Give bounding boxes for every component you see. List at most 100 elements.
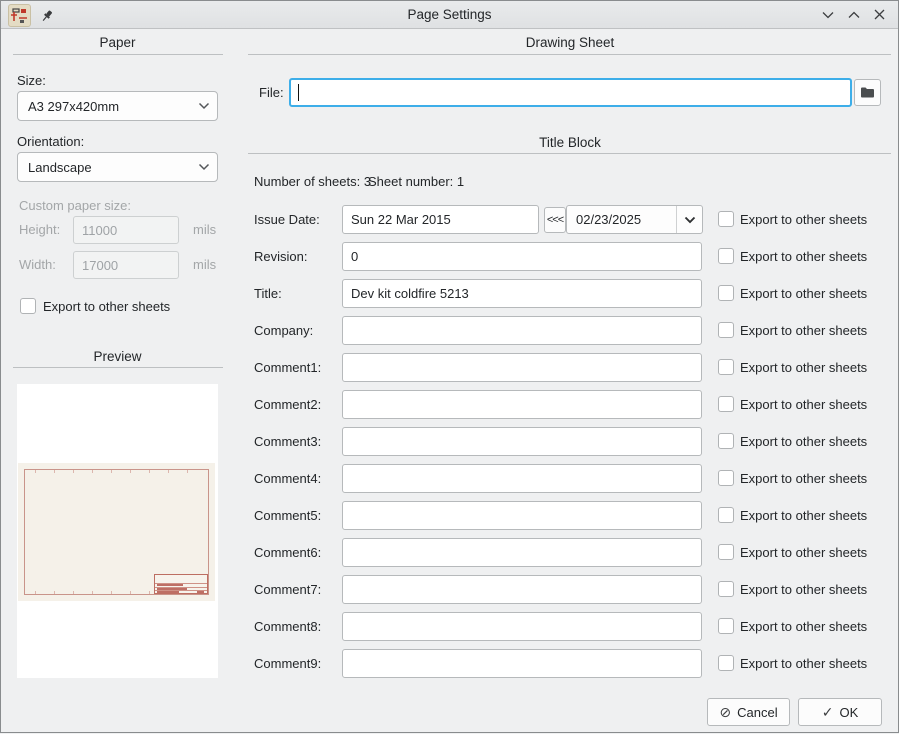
export-checkbox-label: Export to other sheets bbox=[740, 286, 867, 301]
export-checkbox-label: Export to other sheets bbox=[740, 619, 867, 634]
title-block-field-row: Title: Export to other sheets bbox=[248, 279, 892, 308]
chevron-down-icon[interactable] bbox=[676, 206, 702, 233]
export-checkbox-label: Export to other sheets bbox=[740, 249, 867, 264]
field-label: Comment5: bbox=[254, 508, 321, 523]
close-button[interactable] bbox=[871, 6, 888, 23]
chevron-down-icon bbox=[191, 102, 217, 110]
custom-height-row: Height: mils bbox=[9, 216, 226, 244]
export-checkbox[interactable] bbox=[718, 433, 734, 449]
export-checkbox-label: Export to other sheets bbox=[740, 360, 867, 375]
height-label: Height: bbox=[19, 222, 60, 237]
field-input-comment6[interactable] bbox=[342, 538, 702, 567]
title-block-field-row: Comment3: Export to other sheets bbox=[248, 427, 892, 456]
size-label: Size: bbox=[17, 73, 46, 88]
export-checkbox-label: Export to other sheets bbox=[740, 545, 867, 560]
export-checkbox[interactable] bbox=[718, 396, 734, 412]
field-input-comment4[interactable] bbox=[342, 464, 702, 493]
width-unit-label: mils bbox=[193, 257, 216, 272]
title-block-field-row: Comment8: Export to other sheets bbox=[248, 612, 892, 641]
drawing-sheet-panel: Drawing Sheet File: Title Block Number o… bbox=[248, 29, 892, 734]
title-block-field-row: Comment2: Export to other sheets bbox=[248, 390, 892, 419]
field-label: Comment3: bbox=[254, 434, 321, 449]
export-checkbox[interactable] bbox=[718, 211, 734, 227]
field-label: Title: bbox=[254, 286, 282, 301]
paper-export-checkbox[interactable] bbox=[20, 298, 36, 314]
field-input-company[interactable] bbox=[342, 316, 702, 345]
field-label: Revision: bbox=[254, 249, 307, 264]
paper-export-checkbox-label: Export to other sheets bbox=[43, 299, 170, 314]
cancel-button[interactable]: ⊘ Cancel bbox=[707, 698, 790, 726]
maximize-button[interactable] bbox=[845, 6, 862, 23]
section-divider bbox=[13, 367, 223, 368]
copy-date-button[interactable]: <<< bbox=[544, 207, 566, 233]
export-checkbox-label: Export to other sheets bbox=[740, 582, 867, 597]
drawing-sheet-section-header: Drawing Sheet bbox=[248, 35, 892, 50]
section-divider bbox=[13, 54, 223, 55]
folder-icon bbox=[860, 86, 875, 99]
field-label: Company: bbox=[254, 323, 313, 338]
title-block-field-row: Comment5: Export to other sheets bbox=[248, 501, 892, 530]
field-input-comment8[interactable] bbox=[342, 612, 702, 641]
sheet-ticks bbox=[35, 470, 198, 473]
file-label: File: bbox=[259, 85, 284, 100]
browse-file-button[interactable] bbox=[854, 79, 881, 106]
export-checkbox[interactable] bbox=[718, 248, 734, 264]
issue-date-label: Issue Date: bbox=[254, 212, 320, 227]
field-input-comment3[interactable] bbox=[342, 427, 702, 456]
field-input-comment2[interactable] bbox=[342, 390, 702, 419]
field-label: Comment4: bbox=[254, 471, 321, 486]
export-checkbox[interactable] bbox=[718, 618, 734, 634]
section-divider bbox=[248, 54, 891, 55]
field-label: Comment9: bbox=[254, 656, 321, 671]
page-settings-dialog: Page Settings Paper Size: A3 297x420mm O… bbox=[0, 0, 899, 733]
ok-button[interactable]: ✓ OK bbox=[798, 698, 882, 726]
export-checkbox[interactable] bbox=[718, 581, 734, 597]
export-checkbox[interactable] bbox=[718, 655, 734, 671]
export-checkbox-label: Export to other sheets bbox=[740, 434, 867, 449]
custom-width-row: Width: mils bbox=[9, 251, 226, 279]
title-block-field-row: Comment6: Export to other sheets bbox=[248, 538, 892, 567]
title-block-field-row: Company: Export to other sheets bbox=[248, 316, 892, 345]
export-checkbox-label: Export to other sheets bbox=[740, 656, 867, 671]
field-input-comment7[interactable] bbox=[342, 575, 702, 604]
export-checkbox[interactable] bbox=[718, 544, 734, 560]
preview-section-header: Preview bbox=[9, 349, 226, 364]
title-block-field-row: Revision: Export to other sheets bbox=[248, 242, 892, 271]
ok-button-label: OK bbox=[839, 705, 858, 720]
text-caret bbox=[298, 84, 299, 101]
field-input-comment1[interactable] bbox=[342, 353, 702, 382]
title-block-field-row: Comment7: Export to other sheets bbox=[248, 575, 892, 604]
issue-date-row: Issue Date: <<< 02/23/2025 Export to oth… bbox=[248, 205, 892, 234]
field-input-title[interactable] bbox=[342, 279, 702, 308]
export-checkbox[interactable] bbox=[718, 322, 734, 338]
orientation-select[interactable]: Landscape bbox=[17, 152, 218, 182]
paper-panel: Paper Size: A3 297x420mm Orientation: La… bbox=[9, 29, 226, 734]
export-checkbox[interactable] bbox=[718, 507, 734, 523]
field-input-comment5[interactable] bbox=[342, 501, 702, 530]
height-unit-label: mils bbox=[193, 222, 216, 237]
titlebar[interactable]: Page Settings bbox=[1, 1, 898, 29]
sheet-title-block bbox=[154, 574, 208, 594]
close-icon bbox=[874, 9, 885, 20]
paper-export-row: Export to other sheets bbox=[9, 297, 226, 317]
export-checkbox-label: Export to other sheets bbox=[740, 471, 867, 486]
export-checkbox[interactable] bbox=[718, 470, 734, 486]
number-of-sheets-text: Number of sheets: 3 bbox=[254, 174, 371, 189]
field-input-comment9[interactable] bbox=[342, 649, 702, 678]
export-checkbox[interactable] bbox=[718, 285, 734, 301]
export-checkbox-label: Export to other sheets bbox=[740, 323, 867, 338]
file-input[interactable] bbox=[289, 78, 852, 107]
size-select[interactable]: A3 297x420mm bbox=[17, 91, 218, 121]
sheet-preview bbox=[18, 463, 215, 601]
field-label: Comment2: bbox=[254, 397, 321, 412]
size-select-value: A3 297x420mm bbox=[18, 99, 191, 114]
cancel-icon: ⊘ bbox=[719, 704, 731, 721]
shade-button[interactable] bbox=[819, 6, 836, 23]
date-picker-value: 02/23/2025 bbox=[567, 212, 676, 227]
export-checkbox-label: Export to other sheets bbox=[740, 397, 867, 412]
date-picker[interactable]: 02/23/2025 bbox=[566, 205, 703, 234]
field-input-revision[interactable] bbox=[342, 242, 702, 271]
height-input bbox=[73, 216, 179, 244]
export-checkbox[interactable] bbox=[718, 359, 734, 375]
issue-date-input[interactable] bbox=[342, 205, 539, 234]
